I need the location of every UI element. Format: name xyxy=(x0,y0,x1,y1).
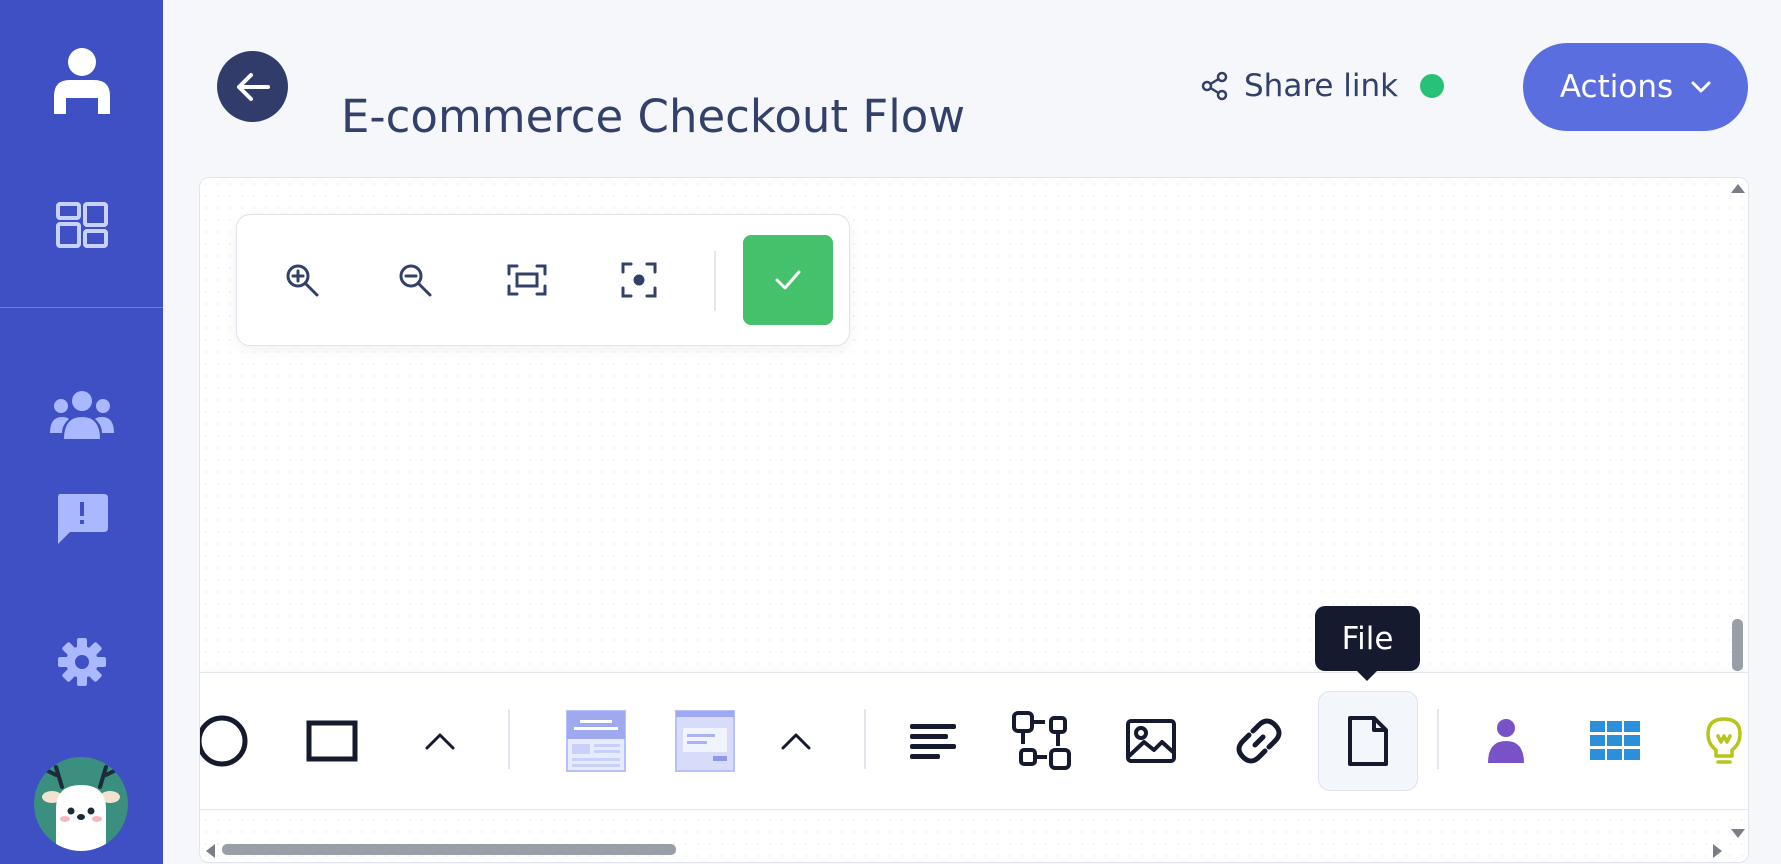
chevron-down-icon xyxy=(1691,81,1711,93)
center-focus-icon xyxy=(621,262,657,298)
flow-connector-tool[interactable] xyxy=(992,691,1092,791)
zoom-out-icon xyxy=(397,262,433,298)
actions-dropdown-button[interactable]: Actions xyxy=(1523,43,1748,131)
share-icon xyxy=(1200,71,1230,101)
templates-expand-button[interactable] xyxy=(746,691,846,791)
confirm-button[interactable] xyxy=(743,235,833,325)
chevron-up-icon xyxy=(781,732,811,750)
image-tool[interactable] xyxy=(1101,691,1201,791)
zoom-panel-divider xyxy=(714,251,716,311)
rectangle-shape-icon xyxy=(306,720,358,762)
link-icon xyxy=(1231,713,1287,769)
user-laptop-icon xyxy=(50,44,114,116)
file-icon xyxy=(1346,714,1390,768)
scroll-down-arrow[interactable] xyxy=(1731,829,1745,838)
shape-toolbar xyxy=(200,672,1748,810)
link-tool[interactable] xyxy=(1209,691,1309,791)
circle-tool[interactable] xyxy=(200,691,272,791)
gear-icon xyxy=(57,637,107,687)
deer-avatar-icon xyxy=(34,757,128,851)
circle-shape-icon xyxy=(200,714,249,768)
text-align-icon xyxy=(908,721,958,761)
diagram-canvas[interactable] xyxy=(199,177,1749,863)
flow-connector-icon xyxy=(1011,710,1073,772)
toolbar-separator xyxy=(864,709,866,769)
sidebar xyxy=(0,0,163,864)
arrow-left-icon xyxy=(235,72,271,102)
person-icon xyxy=(1486,717,1526,765)
scroll-right-arrow[interactable] xyxy=(1713,844,1722,858)
sidebar-item-feedback[interactable] xyxy=(0,484,163,554)
image-icon xyxy=(1125,718,1177,764)
fit-screen-icon xyxy=(507,264,547,296)
text-tool[interactable] xyxy=(883,691,983,791)
vertical-scrollbar[interactable] xyxy=(1732,619,1743,671)
share-link-button[interactable]: Share link xyxy=(1200,64,1445,108)
zoom-in-button[interactable] xyxy=(270,248,334,312)
check-icon xyxy=(774,269,802,291)
toolbar-separator xyxy=(1437,709,1439,769)
scroll-left-arrow[interactable] xyxy=(206,844,215,858)
dashboard-grid-icon xyxy=(55,201,109,249)
zoom-out-button[interactable] xyxy=(383,248,447,312)
horizontal-scrollbar[interactable] xyxy=(222,844,676,855)
zoom-in-icon xyxy=(284,262,320,298)
fit-screen-button[interactable] xyxy=(495,248,559,312)
lightbulb-icon xyxy=(1706,716,1742,766)
sidebar-divider xyxy=(0,307,163,308)
rectangle-tool[interactable] xyxy=(282,691,382,791)
team-icon xyxy=(49,389,114,441)
online-status-dot xyxy=(1420,74,1445,98)
dialog-template-icon xyxy=(675,710,735,772)
idea-tool[interactable] xyxy=(1674,691,1748,791)
sidebar-item-profile[interactable] xyxy=(0,40,163,120)
person-tool[interactable] xyxy=(1456,691,1556,791)
shapes-expand-button[interactable] xyxy=(390,691,490,791)
dialog-template-tool[interactable] xyxy=(655,691,755,791)
back-button[interactable] xyxy=(217,51,288,122)
sidebar-item-dashboard[interactable] xyxy=(0,190,163,260)
table-tool[interactable] xyxy=(1565,691,1665,791)
wireframe-template-icon xyxy=(566,710,626,772)
file-tooltip: File xyxy=(1315,606,1420,681)
table-icon xyxy=(1590,721,1640,761)
scroll-up-arrow[interactable] xyxy=(1731,184,1745,193)
actions-label: Actions xyxy=(1559,69,1674,105)
feedback-icon xyxy=(54,492,110,546)
zoom-controls xyxy=(236,214,850,346)
page-title: E-commerce Checkout Flow xyxy=(341,90,966,144)
sidebar-item-team[interactable] xyxy=(0,380,163,450)
chevron-up-icon xyxy=(425,732,455,750)
toolbar-separator xyxy=(508,709,510,769)
center-focus-button[interactable] xyxy=(607,248,671,312)
file-tool[interactable] xyxy=(1318,691,1418,791)
avatar[interactable] xyxy=(34,757,128,851)
wireframe-template-tool[interactable] xyxy=(546,691,646,791)
share-link-label: Share link xyxy=(1244,68,1399,104)
sidebar-item-settings[interactable] xyxy=(0,630,163,694)
